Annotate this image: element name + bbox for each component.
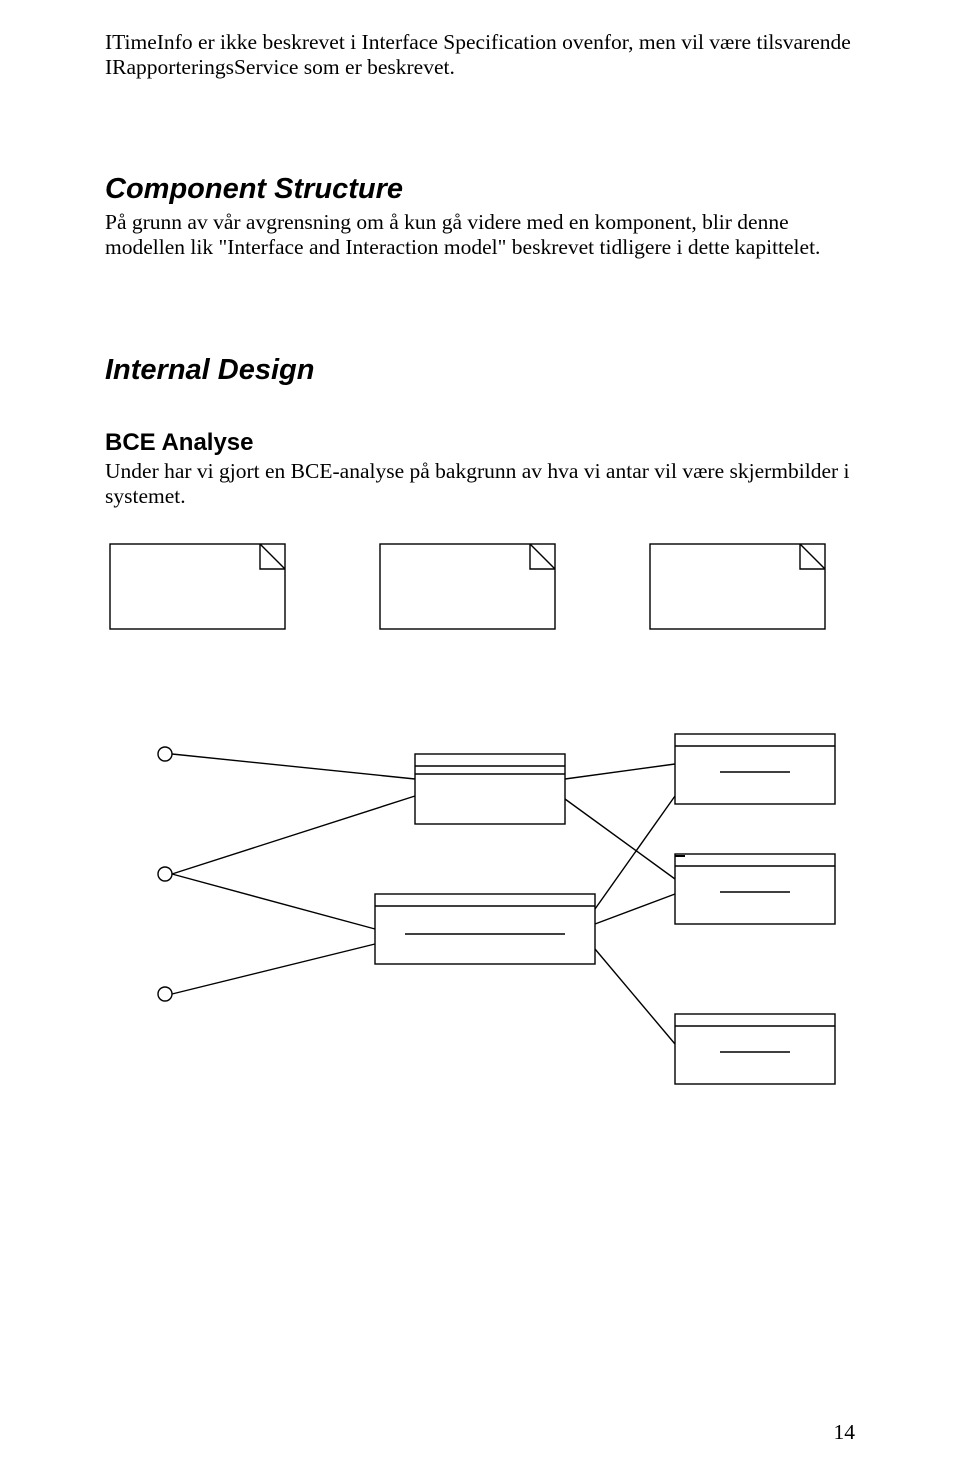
note-box-3 (650, 544, 825, 629)
heading-bce-analyse: BCE Analyse (105, 429, 855, 457)
spacer (105, 105, 855, 139)
paragraph-3: Under har vi gjort en BCE-analyse på bak… (105, 459, 855, 508)
document-page: ITimeInfo er ikke beskrevet i Interface … (0, 0, 960, 1475)
connector (172, 944, 375, 994)
connector (595, 796, 675, 909)
boundary-circle-3 (158, 987, 172, 1001)
bce-diagram-svg (105, 534, 855, 1154)
heading-component-structure: Component Structure (105, 173, 855, 206)
connector (172, 796, 415, 874)
note-box-2 (380, 544, 555, 629)
heading-internal-design: Internal Design (105, 354, 855, 387)
entity-box-1 (675, 734, 835, 804)
paragraph-1: ITimeInfo er ikke beskrevet i Interface … (105, 30, 855, 79)
spacer (105, 286, 855, 320)
connector (172, 754, 415, 779)
connector (595, 894, 675, 924)
control-box-2 (375, 894, 595, 964)
boundary-circle-1 (158, 747, 172, 761)
page-number: 14 (834, 1420, 856, 1445)
boundary-circle-2 (158, 867, 172, 881)
bce-diagram (105, 534, 855, 1154)
entity-box-2 (675, 854, 835, 924)
connector (565, 799, 675, 879)
connector (172, 874, 375, 929)
connector (595, 949, 675, 1044)
control-box-1 (415, 754, 565, 824)
spacer (105, 391, 855, 403)
connector (565, 764, 675, 779)
paragraph-2: På grunn av vår avgrensning om å kun gå … (105, 210, 855, 259)
note-box-1 (110, 544, 285, 629)
entity-box-3 (675, 1014, 835, 1084)
